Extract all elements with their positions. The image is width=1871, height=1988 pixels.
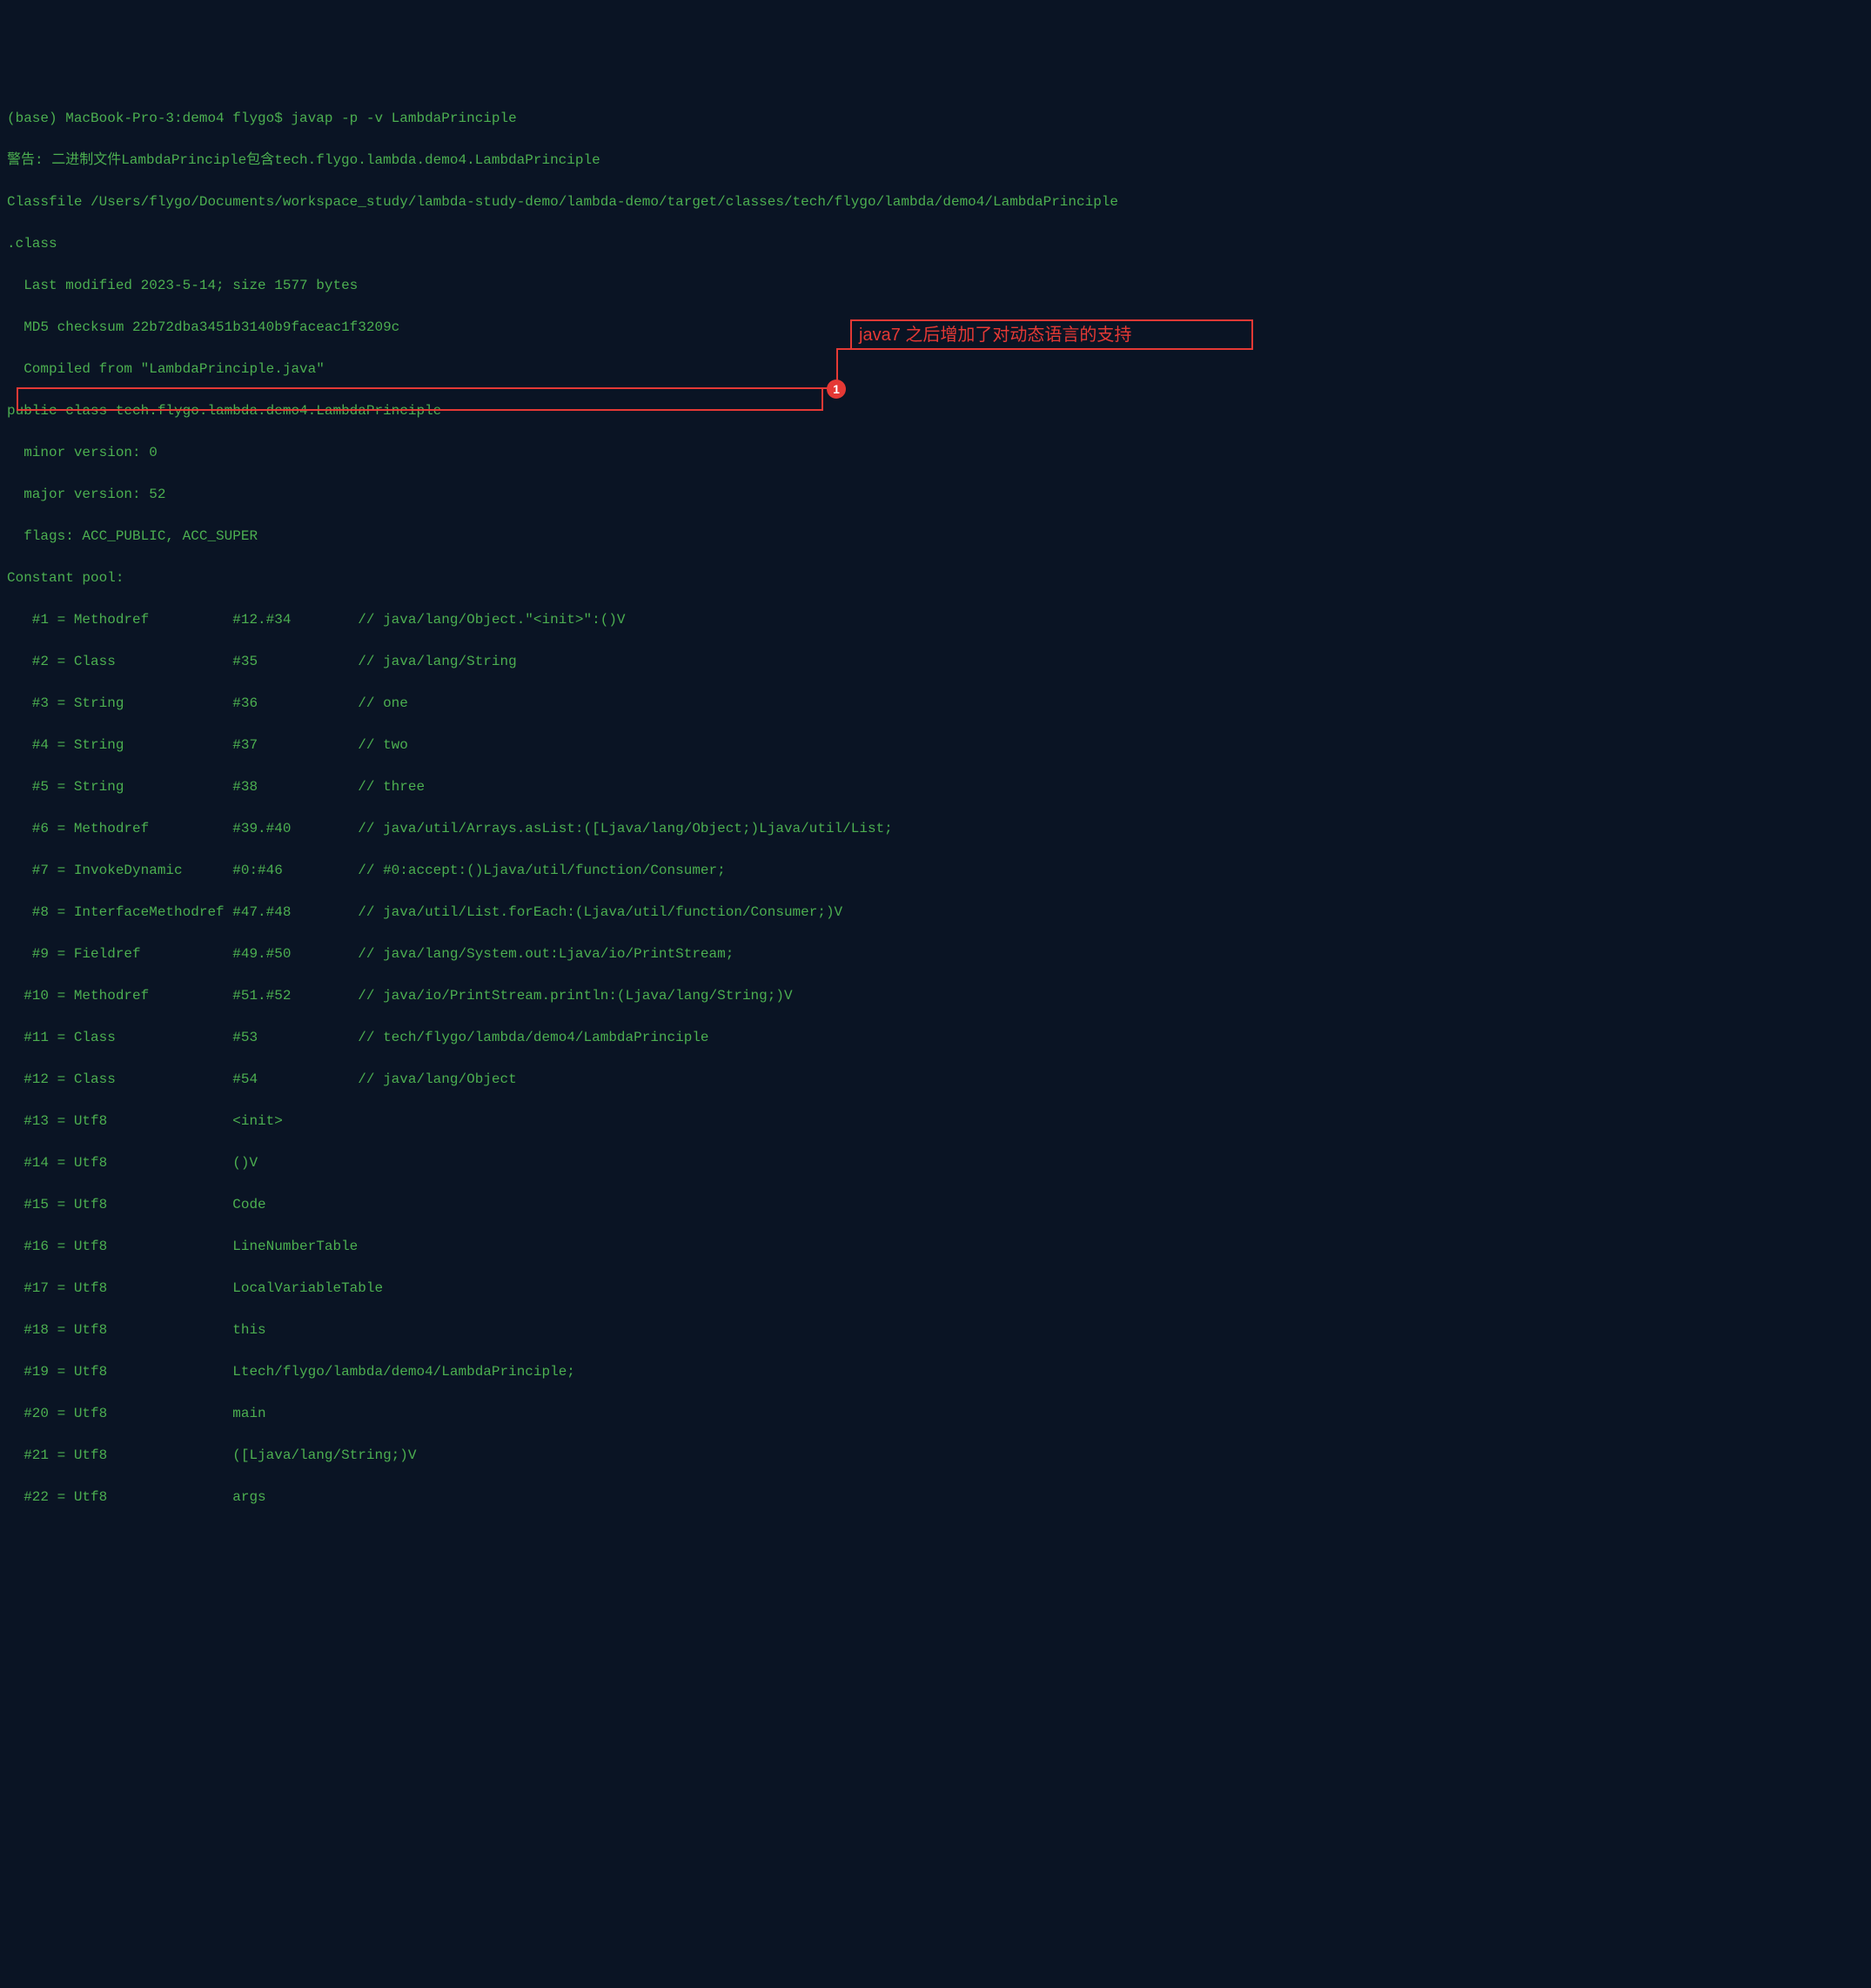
terminal-line: #11 = Class #53 // tech/flygo/lambda/dem… — [7, 1027, 1257, 1048]
terminal-line: public class tech.flygo.lambda.demo4.Lam… — [7, 400, 1257, 421]
terminal-line: .class — [7, 233, 1257, 254]
terminal-line: #16 = Utf8 LineNumberTable — [7, 1236, 1257, 1257]
terminal-line: Classfile /Users/flygo/Documents/workspa… — [7, 191, 1257, 212]
terminal-line: #21 = Utf8 ([Ljava/lang/String;)V — [7, 1445, 1257, 1466]
terminal-line: minor version: 0 — [7, 442, 1257, 463]
terminal-line: major version: 52 — [7, 484, 1257, 505]
terminal-output: (base) MacBook-Pro-3:demo4 flygo$ javap … — [7, 87, 1257, 1528]
terminal-line: #7 = InvokeDynamic #0:#46 // #0:accept:(… — [7, 860, 1257, 881]
terminal-line: #5 = String #38 // three — [7, 776, 1257, 797]
terminal-line: #20 = Utf8 main — [7, 1403, 1257, 1424]
terminal-line: #18 = Utf8 this — [7, 1320, 1257, 1340]
terminal-line: #4 = String #37 // two — [7, 735, 1257, 756]
terminal-line: 警告: 二进制文件LambdaPrinciple包含tech.flygo.lam… — [7, 150, 1257, 171]
terminal-line: #6 = Methodref #39.#40 // java/util/Arra… — [7, 818, 1257, 839]
terminal-line: Constant pool: — [7, 568, 1257, 588]
terminal-line: #13 = Utf8 <init> — [7, 1111, 1257, 1132]
terminal-line: #3 = String #36 // one — [7, 693, 1257, 714]
terminal-line: #17 = Utf8 LocalVariableTable — [7, 1278, 1257, 1299]
terminal-line: #1 = Methodref #12.#34 // java/lang/Obje… — [7, 609, 1257, 630]
terminal-line: flags: ACC_PUBLIC, ACC_SUPER — [7, 526, 1257, 547]
terminal-line: Last modified 2023-5-14; size 1577 bytes — [7, 275, 1257, 296]
terminal-line: #22 = Utf8 args — [7, 1487, 1257, 1508]
terminal-line: #10 = Methodref #51.#52 // java/io/Print… — [7, 985, 1257, 1006]
terminal-line: #19 = Utf8 Ltech/flygo/lambda/demo4/Lamb… — [7, 1361, 1257, 1382]
terminal-line: #8 = InterfaceMethodref #47.#48 // java/… — [7, 902, 1257, 923]
terminal-line: #15 = Utf8 Code — [7, 1194, 1257, 1215]
terminal-line: #9 = Fieldref #49.#50 // java/lang/Syste… — [7, 944, 1257, 964]
terminal-line: #12 = Class #54 // java/lang/Object — [7, 1069, 1257, 1090]
terminal-line: #14 = Utf8 ()V — [7, 1152, 1257, 1173]
terminal-line: MD5 checksum 22b72dba3451b3140b9faceac1f… — [7, 317, 1257, 338]
terminal-line: Compiled from "LambdaPrinciple.java" — [7, 359, 1257, 379]
terminal-line: (base) MacBook-Pro-3:demo4 flygo$ javap … — [7, 108, 1257, 129]
terminal-line: #2 = Class #35 // java/lang/String — [7, 651, 1257, 672]
